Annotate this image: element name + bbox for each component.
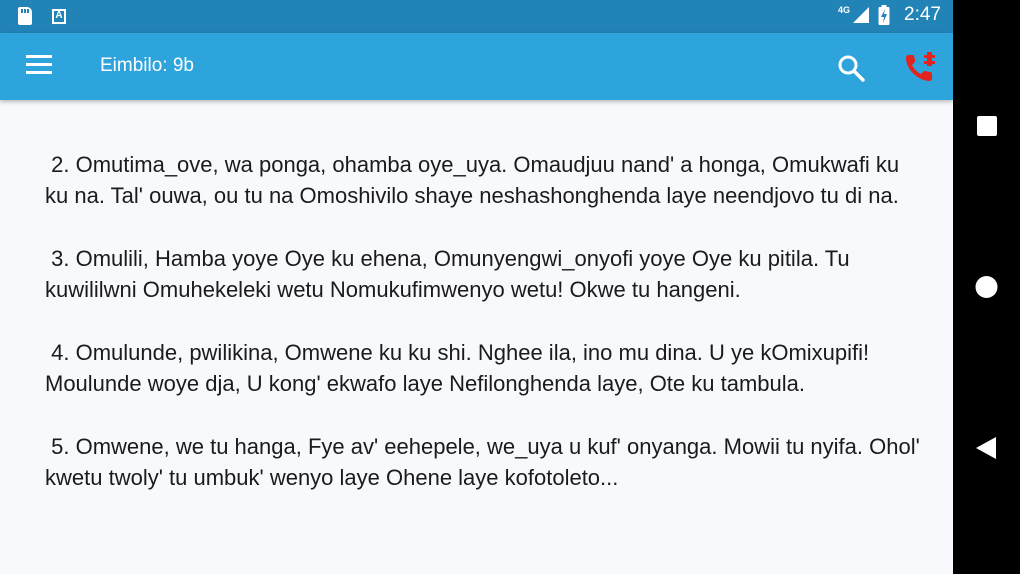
status-time: 2:47	[904, 4, 941, 25]
verse-2: 2. Omutima_ove, wa ponga, ohamba oye_uya…	[45, 152, 906, 208]
hamburger-menu-icon[interactable]	[26, 55, 52, 75]
hymn-text: 2. Omutima_ove, wa ponga, ohamba oye_uya…	[45, 149, 925, 529]
app-bar: Eimbilo: 9b	[0, 33, 953, 100]
battery-charging-icon	[878, 5, 890, 25]
app-screen: A 4G 2:47 Eimbilo: 9b 2. Omutima_ove, wa…	[0, 0, 953, 574]
verse-4: 4. Omulunde, pwilikina, Omwene ku ku shi…	[45, 340, 876, 396]
home-circle-icon[interactable]	[953, 257, 1020, 317]
sd-card-icon	[18, 7, 32, 25]
status-right-icons: 4G 2:47	[838, 4, 941, 26]
back-triangle-icon[interactable]	[953, 418, 1020, 478]
status-left-icons: A	[18, 7, 66, 25]
search-icon[interactable]	[836, 53, 866, 83]
navigation-bar	[953, 0, 1020, 574]
phone-call-icon[interactable]	[903, 50, 937, 84]
verse-3: 3. Omulili, Hamba yoye Oye ku ehena, Omu…	[45, 246, 856, 302]
a-notification-icon: A	[52, 8, 66, 24]
signal-icon	[853, 7, 870, 23]
network-type-label: 4G	[838, 5, 851, 15]
recents-square-icon[interactable]	[953, 96, 1020, 156]
page-title: Eimbilo: 9b	[100, 55, 194, 76]
verse-5: 5. Omwene, we tu hanga, Fye av' eehepele…	[45, 434, 920, 490]
status-bar: A 4G 2:47	[0, 0, 953, 33]
